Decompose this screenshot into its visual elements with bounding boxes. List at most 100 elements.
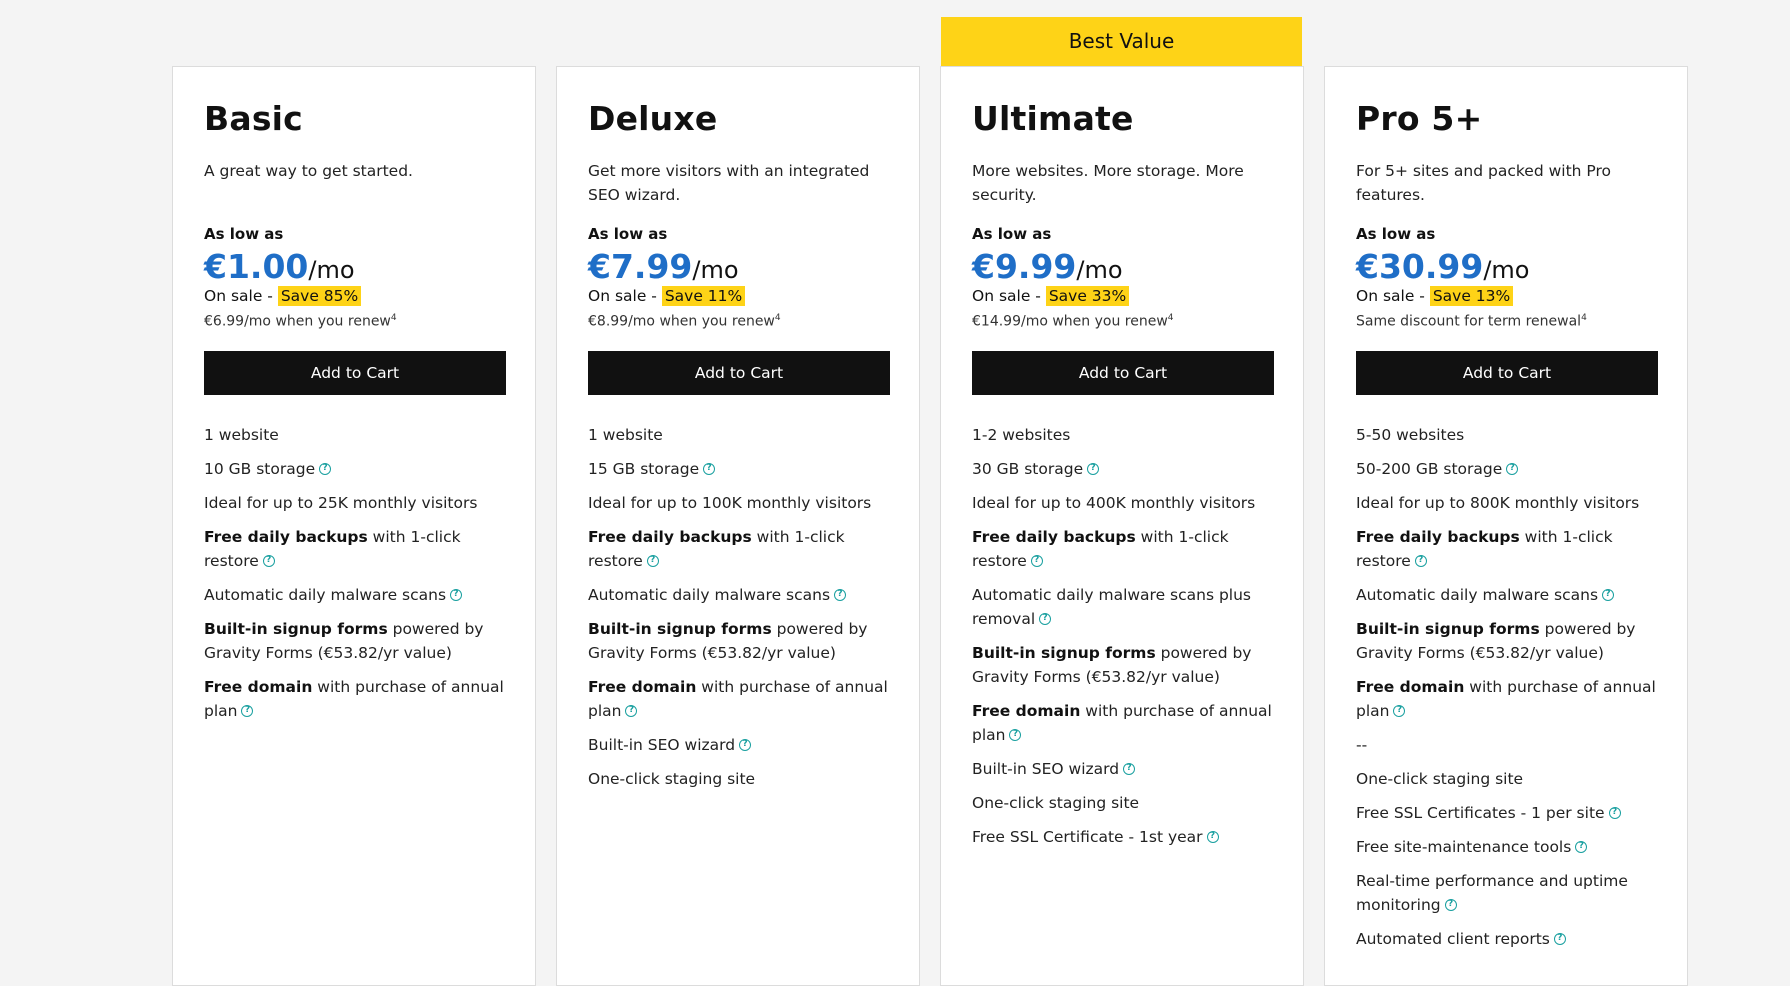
feature-text: Automatic daily malware scans <box>588 585 831 604</box>
per-month: /mo <box>1076 256 1123 284</box>
renew-footnote[interactable]: 4 <box>391 313 397 323</box>
feature-list: 1-2 websites 30 GB storage? Ideal for up t… <box>972 423 1272 849</box>
help-icon[interactable]: ? <box>1602 589 1615 602</box>
feature-item: Built-in signup forms powered by Gravity… <box>1356 617 1656 665</box>
sale-row: On sale - Save 13% <box>1356 286 1656 306</box>
sale-prefix: On sale - <box>972 287 1046 305</box>
best-value-banner: Best Value <box>941 17 1302 74</box>
feature-text: 5-50 websites <box>1356 425 1465 444</box>
plan-description: A great way to get started. <box>204 162 413 180</box>
renew-footnote[interactable]: 4 <box>775 313 781 323</box>
feature-text: Ideal for up to 800K monthly visitors <box>1356 493 1640 512</box>
feature-item: Built-in SEO wizard? <box>588 733 888 757</box>
feature-text: Real-time performance and uptime monitor… <box>1356 871 1628 914</box>
help-icon[interactable]: ? <box>1414 555 1427 568</box>
sale-row: On sale - Save 33% <box>972 286 1272 306</box>
help-icon[interactable]: ? <box>1009 729 1022 742</box>
feature-item: Free domain with purchase of annual plan… <box>1356 675 1656 723</box>
renew-footnote[interactable]: 4 <box>1581 313 1587 323</box>
help-icon[interactable]: ? <box>1506 463 1519 476</box>
sale-prefix: On sale - <box>204 287 278 305</box>
renew-text: €14.99/mo when you renew4 <box>972 313 1272 330</box>
feature-item: Free daily backups with 1-click restore? <box>588 525 888 573</box>
help-icon[interactable]: ? <box>834 589 847 602</box>
feature-text: Free SSL Certificate - 1st year <box>972 827 1203 846</box>
feature-item: 1-2 websites <box>972 423 1272 447</box>
feature-item: Ideal for up to 400K monthly visitors <box>972 491 1272 515</box>
help-icon[interactable]: ? <box>1608 807 1621 820</box>
renew-label: €6.99/mo when you renew <box>204 313 391 330</box>
help-icon[interactable]: ? <box>1444 899 1457 912</box>
add-to-cart-button[interactable]: Add to Cart <box>1356 350 1658 395</box>
as-low-as-label: As low as <box>972 225 1052 243</box>
feature-bold-text: Free daily backups <box>972 527 1136 546</box>
feature-item: Built-in signup forms powered by Gravity… <box>588 617 888 665</box>
feature-item: One-click staging site <box>972 791 1272 815</box>
per-month: /mo <box>1483 256 1530 284</box>
sale-prefix: On sale - <box>588 287 662 305</box>
feature-bold-text: Free domain <box>972 701 1081 720</box>
feature-text: Built-in SEO wizard <box>588 735 736 754</box>
add-to-cart-button[interactable]: Add to Cart <box>972 350 1274 395</box>
renew-footnote[interactable]: 4 <box>1168 313 1174 323</box>
help-icon[interactable]: ? <box>1039 613 1052 626</box>
help-icon[interactable]: ? <box>241 705 254 718</box>
feature-text: One-click staging site <box>588 769 756 788</box>
feature-item: Free SSL Certificates - 1 per site? <box>1356 801 1656 825</box>
feature-item: 15 GB storage? <box>588 457 888 481</box>
feature-bold-text: Free domain <box>1356 677 1465 696</box>
help-icon[interactable]: ? <box>319 463 332 476</box>
feature-text: Ideal for up to 100K monthly visitors <box>588 493 872 512</box>
help-icon[interactable]: ? <box>450 589 463 602</box>
help-icon[interactable]: ? <box>646 555 659 568</box>
feature-list: 5-50 websites 50-200 GB storage? Ideal for… <box>1356 423 1656 951</box>
save-badge: Save 13% <box>1429 286 1514 306</box>
feature-text: 1-2 websites <box>972 425 1071 444</box>
help-icon[interactable]: ? <box>1030 555 1043 568</box>
feature-item: -- <box>1356 733 1656 757</box>
save-badge: Save 11% <box>661 286 746 306</box>
help-icon[interactable]: ? <box>625 705 638 718</box>
save-badge: Save 33% <box>1045 286 1130 306</box>
feature-item: Free domain with purchase of annual plan… <box>972 699 1272 747</box>
renew-label: €14.99/mo when you renew <box>972 313 1168 330</box>
feature-text: One-click staging site <box>1356 769 1524 788</box>
plan-name: Deluxe <box>588 99 718 138</box>
feature-item: 1 website <box>204 423 504 447</box>
help-icon[interactable]: ? <box>262 555 275 568</box>
feature-item: Built-in SEO wizard? <box>972 757 1272 781</box>
plan-name: Pro 5+ <box>1356 99 1483 138</box>
price: €1.00 <box>204 247 309 286</box>
feature-item: Real-time performance and uptime monitor… <box>1356 869 1656 917</box>
help-icon[interactable]: ? <box>1553 933 1566 946</box>
feature-text: Ideal for up to 400K monthly visitors <box>972 493 1256 512</box>
plan-card-ultimate: Ultimate More websites. More storage. Mo… <box>940 66 1304 986</box>
help-icon[interactable]: ? <box>1393 705 1406 718</box>
feature-item: 50-200 GB storage? <box>1356 457 1656 481</box>
feature-item: Built-in signup forms powered by Gravity… <box>972 641 1272 689</box>
help-icon[interactable]: ? <box>739 739 752 752</box>
feature-item: Ideal for up to 25K monthly visitors <box>204 491 504 515</box>
sale-row: On sale - Save 85% <box>204 286 504 306</box>
pricing-cards: Best Value Basic A great way to get star… <box>0 0 1790 986</box>
help-icon[interactable]: ? <box>1123 763 1136 776</box>
feature-item: Automatic daily malware scans? <box>588 583 888 607</box>
add-to-cart-button[interactable]: Add to Cart <box>204 350 506 395</box>
help-icon[interactable]: ? <box>1087 463 1100 476</box>
feature-item: Free daily backups with 1-click restore? <box>972 525 1272 573</box>
add-to-cart-button[interactable]: Add to Cart <box>588 350 890 395</box>
price-row: €30.99/mo <box>1356 247 1656 286</box>
feature-text: 30 GB storage <box>972 459 1084 478</box>
feature-text: 50-200 GB storage <box>1356 459 1503 478</box>
help-icon[interactable]: ? <box>703 463 716 476</box>
feature-item: Free site-maintenance tools? <box>1356 835 1656 859</box>
feature-item: Ideal for up to 800K monthly visitors <box>1356 491 1656 515</box>
feature-item: Automated client reports? <box>1356 927 1656 951</box>
help-icon[interactable]: ? <box>1575 841 1588 854</box>
help-icon[interactable]: ? <box>1206 831 1219 844</box>
as-low-as-label: As low as <box>1356 225 1436 243</box>
plan-description: More websites. More storage. More securi… <box>972 162 1244 204</box>
feature-text: 10 GB storage <box>204 459 316 478</box>
feature-item: Free daily backups with 1-click restore? <box>1356 525 1656 573</box>
price-row: €7.99/mo <box>588 247 888 286</box>
